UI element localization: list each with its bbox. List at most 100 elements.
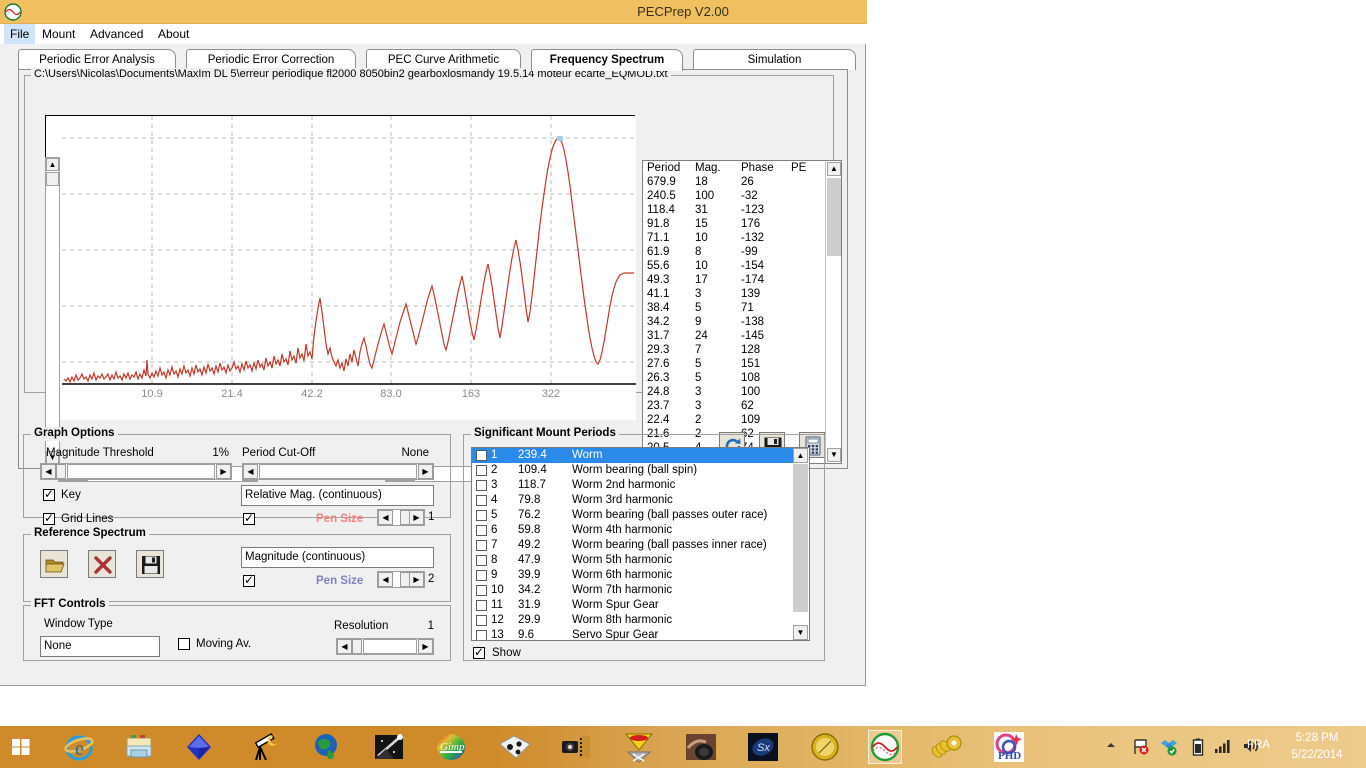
network-tray-icon[interactable] xyxy=(1214,738,1232,757)
taskbar-blue-cube-app[interactable] xyxy=(182,730,216,764)
menu-about[interactable]: About xyxy=(152,24,195,44)
mount-period-row[interactable]: 4 79.8 Worm 3rd harmonic xyxy=(472,493,794,508)
tab-pec-curve-arithmetic[interactable]: PEC Curve Arithmetic xyxy=(366,49,521,70)
graph-pen-size-slider[interactable]: ◀ ▶ xyxy=(377,509,425,526)
significant-mount-periods-list[interactable]: 1 239.4 Worm 2 109.4 Worm bearing (ball spin)… xyxy=(471,447,810,641)
grid-lines-checkbox[interactable] xyxy=(43,511,55,525)
magnitude-threshold-slider[interactable]: ◀ ▶ xyxy=(40,463,232,480)
show-hidden-icons-button[interactable] xyxy=(1104,738,1118,755)
period-table-row[interactable]: 34.2 9 -138 xyxy=(643,315,826,329)
tab-periodic-error-correction[interactable]: Periodic Error Correction xyxy=(186,49,356,70)
taskbar-film-reel-app[interactable] xyxy=(498,730,532,764)
period-scroll-thumb[interactable] xyxy=(827,178,841,256)
mount-period-checkbox[interactable] xyxy=(476,525,487,536)
period-table-scrollbar[interactable]: ▲ ▼ xyxy=(825,161,841,463)
clock-area[interactable]: 5:28 PM 5/22/2014 xyxy=(1274,730,1360,764)
period-table-row[interactable]: 240.5 100 -32 xyxy=(643,189,826,203)
mount-period-row[interactable]: 2 109.4 Worm bearing (ball spin) xyxy=(472,463,794,478)
mount-period-checkbox[interactable] xyxy=(476,615,487,626)
scroll-up-arrow[interactable]: ▲ xyxy=(46,158,59,171)
graph-display-enabled-checkbox[interactable] xyxy=(243,511,255,525)
period-table-row[interactable]: 38.4 5 71 xyxy=(643,301,826,315)
period-data-table[interactable]: Period Mag. Phase PE 679.9 18 26 240.5 100 -32 118… xyxy=(642,160,842,464)
mount-period-row[interactable]: 8 47.9 Worm 5th harmonic xyxy=(472,553,794,568)
period-table-row[interactable]: 24.8 3 100 xyxy=(643,385,826,399)
taskbar-globe-app[interactable] xyxy=(310,730,344,764)
mount-period-checkbox[interactable] xyxy=(476,570,487,581)
period-table-row[interactable]: 55.6 10 -154 xyxy=(643,259,826,273)
taskbar-gear-spring-app[interactable] xyxy=(930,730,964,764)
mount-period-checkbox[interactable] xyxy=(476,495,487,506)
mount-period-row[interactable]: 6 59.8 Worm 4th harmonic xyxy=(472,523,794,538)
period-table-row[interactable]: 49.3 17 -174 xyxy=(643,273,826,287)
resolution-slider[interactable]: ◀ ▶ xyxy=(336,638,434,655)
taskbar-compass-app[interactable] xyxy=(808,730,842,764)
mount-period-checkbox[interactable] xyxy=(476,630,487,640)
load-reference-button[interactable] xyxy=(40,550,68,578)
magnitude-threshold-increment[interactable]: ▶ xyxy=(216,464,231,479)
period-table-row[interactable]: 23.7 3 62 xyxy=(643,399,826,413)
taskbar-comet-photo-app[interactable] xyxy=(372,730,406,764)
period-table-row[interactable]: 118.4 31 -123 xyxy=(643,203,826,217)
period-scroll-up[interactable]: ▲ xyxy=(827,162,841,176)
mount-period-checkbox[interactable] xyxy=(476,555,487,566)
mount-period-row[interactable]: 1 239.4 Worm xyxy=(472,448,794,463)
battery-tray-icon[interactable] xyxy=(1192,738,1204,759)
start-button[interactable] xyxy=(4,730,38,764)
graph-pen-size-increment[interactable]: ▶ xyxy=(409,510,424,525)
period-table-row[interactable]: 91.8 15 176 xyxy=(643,217,826,231)
taskbar-camera-app[interactable] xyxy=(560,730,594,764)
mount-period-checkbox[interactable] xyxy=(476,540,487,551)
period-table-row[interactable]: 22.4 2 109 xyxy=(643,413,826,427)
mount-period-row[interactable]: 7 49.2 Worm bearing (ball passes inner rac… xyxy=(472,538,794,553)
mount-period-checkbox[interactable] xyxy=(476,585,487,596)
moving-average-checkbox[interactable] xyxy=(178,638,190,650)
taskbar-file-explorer[interactable] xyxy=(122,730,156,764)
mount-period-checkbox[interactable] xyxy=(476,450,487,461)
period-table-row[interactable]: 41.1 3 139 xyxy=(643,287,826,301)
mount-period-row[interactable]: 11 31.9 Worm Spur Gear xyxy=(472,598,794,613)
mount-period-row[interactable]: 3 118.7 Worm 2nd harmonic xyxy=(472,478,794,493)
mount-period-checkbox[interactable] xyxy=(476,480,487,491)
reference-display-enabled-checkbox[interactable] xyxy=(243,573,255,587)
period-table-row[interactable]: 679.9 18 26 xyxy=(643,175,826,189)
taskbar-phd-guiding-app[interactable]: PHD xyxy=(992,730,1026,764)
graph-vertical-scrollbar[interactable]: ▲ ▼ xyxy=(45,157,60,465)
mount-period-row[interactable]: 13 9.6 Servo Spur Gear xyxy=(472,628,794,640)
period-scroll-down[interactable]: ▼ xyxy=(827,448,841,462)
period-cutoff-increment[interactable]: ▶ xyxy=(418,464,433,479)
resolution-thumb[interactable] xyxy=(352,639,362,654)
period-cutoff-decrement[interactable]: ◀ xyxy=(243,464,258,479)
magnitude-threshold-track[interactable] xyxy=(67,464,215,479)
mount-periods-scroll-thumb[interactable] xyxy=(793,464,808,612)
reference-pen-size-decrement[interactable]: ◀ xyxy=(378,572,393,587)
mount-period-row[interactable]: 5 76.2 Worm bearing (ball passes outer rac… xyxy=(472,508,794,523)
reference-display-mode-select[interactable]: Magnitude (continuous) xyxy=(241,547,434,568)
resolution-track[interactable] xyxy=(363,639,417,654)
menu-mount[interactable]: Mount xyxy=(36,24,81,44)
tab-frequency-spectrum[interactable]: Frequency Spectrum xyxy=(531,49,683,71)
menu-file[interactable]: File xyxy=(4,24,36,44)
mount-periods-scrollbar[interactable]: ▲ ▼ xyxy=(793,448,809,640)
taskbar-internet-explorer[interactable]: e xyxy=(62,730,96,764)
resolution-increment[interactable]: ▶ xyxy=(418,639,433,654)
graph-pen-size-decrement[interactable]: ◀ xyxy=(378,510,393,525)
magnitude-threshold-decrement[interactable]: ◀ xyxy=(41,464,56,479)
period-table-row[interactable]: 61.9 8 -99 xyxy=(643,245,826,259)
resolution-decrement[interactable]: ◀ xyxy=(337,639,352,654)
mount-period-checkbox[interactable] xyxy=(476,465,487,476)
clear-reference-button[interactable] xyxy=(88,550,116,578)
taskbar-telescope-photo-app[interactable] xyxy=(684,730,718,764)
mount-period-row[interactable]: 10 34.2 Worm 7th harmonic xyxy=(472,583,794,598)
save-reference-button[interactable] xyxy=(136,550,164,578)
vertical-scroll-thumb[interactable] xyxy=(46,172,59,186)
language-indicator[interactable]: FRA xyxy=(1247,739,1270,751)
action-center-button[interactable] xyxy=(1132,738,1150,759)
mount-period-checkbox[interactable] xyxy=(476,600,487,611)
period-table-row[interactable]: 27.6 5 151 xyxy=(643,357,826,371)
mount-period-row[interactable]: 9 39.9 Worm 6th harmonic xyxy=(472,568,794,583)
key-checkbox[interactable] xyxy=(43,487,55,501)
taskbar-funnel-app[interactable] xyxy=(622,730,656,764)
reference-pen-size-increment[interactable]: ▶ xyxy=(409,572,424,587)
mount-period-checkbox[interactable] xyxy=(476,510,487,521)
